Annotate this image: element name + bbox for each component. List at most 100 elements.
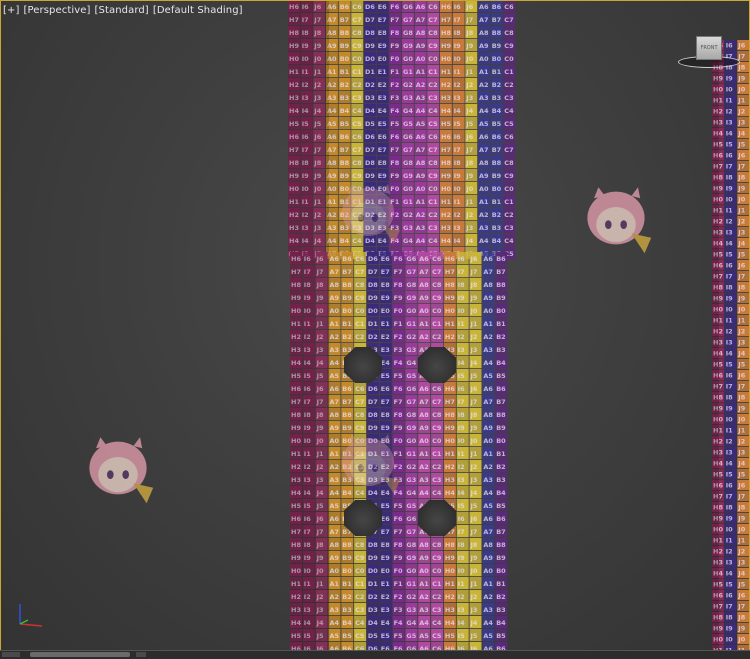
uv-checker-cell-label: B8 bbox=[342, 541, 352, 549]
uv-checker-cell-label: C6 bbox=[432, 385, 442, 393]
uv-checker-cell-label: J3 bbox=[470, 606, 478, 614]
viewport-shading-label[interactable]: [Default Shading] bbox=[153, 5, 243, 16]
uv-checker-cell-label: B3 bbox=[340, 94, 349, 102]
uv-checker-cell-label: J4 bbox=[470, 619, 478, 627]
uv-checker-cell-label: B7 bbox=[496, 398, 505, 406]
uv-checker-cell-label: C6 bbox=[504, 3, 514, 11]
viewport-menu-plus[interactable]: [+] bbox=[3, 5, 19, 16]
uv-checker-cell-label: I7 bbox=[458, 268, 465, 276]
uv-checker-cell-label: I3 bbox=[454, 224, 461, 232]
uv-checker-cell-label: G7 bbox=[406, 528, 416, 536]
main-pillar-upper[interactable]: H6 I6 J6 A6 B6 C6 D6 E6 F6 G6 A6 C6 H6 I6 J6 A6 B6 C6H7 I7… bbox=[288, 0, 516, 260]
uv-checker-cell-label: B7 bbox=[342, 398, 351, 406]
viewcube-front-face[interactable]: FRONT bbox=[696, 36, 722, 60]
uv-checker-cell-label: C5 bbox=[352, 120, 362, 128]
uv-checker-cell-label: A2 bbox=[479, 81, 489, 89]
uv-checker-cell-label: H8 bbox=[441, 159, 451, 167]
uv-checker-cell-label: B4 bbox=[340, 107, 350, 115]
uv-checker-cell-label: E8 bbox=[381, 411, 390, 419]
scene-canvas[interactable]: H6 I6 J6 A6 B6 C6 D6 E6 F6 G6 A6 C6 H6 I6 J6 A6 B6 C6H7 I7… bbox=[0, 0, 750, 658]
uv-checker-cell-label: G3 bbox=[406, 606, 416, 614]
x-axis-line bbox=[19, 623, 43, 627]
right-pillar[interactable]: H6I6J6H7I7J7H8I8J8H9I9J9H0I0J0H1I1J1H2I2… bbox=[712, 40, 750, 656]
uv-checker-cell-label: D2 bbox=[368, 333, 378, 341]
uv-checker-cell-label: C2 bbox=[432, 333, 441, 341]
uv-checker-cell-label: G1 bbox=[403, 198, 413, 206]
perspective-viewport[interactable]: H6 I6 J6 A6 B6 C6 D6 E6 F6 G6 A6 C6 H6 I6 J6 A6 B6 C6 H7 I7… bbox=[0, 0, 750, 658]
uv-checker-cell-label: C7 bbox=[428, 16, 437, 24]
uv-checker-cell-label: I3 bbox=[454, 94, 461, 102]
uv-checker-cell-label: C4 bbox=[428, 237, 438, 245]
uv-checker-cell-label: I9 bbox=[726, 625, 733, 633]
viewport-point-of-view-label[interactable]: [Perspective] bbox=[23, 5, 90, 16]
uv-checker-cell-label: B2 bbox=[492, 81, 501, 89]
uv-checker-cell-label: A3 bbox=[419, 606, 429, 614]
uv-checker-cell-label: I9 bbox=[726, 515, 733, 523]
uv-checker-cell-label: A8 bbox=[416, 29, 426, 37]
uv-checker-cell-label: F1 bbox=[390, 68, 399, 76]
uv-checker-cell-label: D0 bbox=[368, 567, 378, 575]
uv-checker-cell-label: J6 bbox=[465, 3, 473, 11]
chibi-part bbox=[596, 207, 636, 243]
uv-checker-cell-label: B8 bbox=[496, 281, 506, 289]
uv-checker-cell-label: C2 bbox=[428, 211, 437, 219]
uv-checker-cell-label: J8 bbox=[737, 614, 745, 622]
uv-checker-cell-label: I3 bbox=[726, 229, 733, 237]
uv-checker-cell-label: B5 bbox=[496, 502, 506, 510]
uv-checker-cell-label: C8 bbox=[352, 159, 362, 167]
uv-checker-cell-label: A9 bbox=[416, 172, 426, 180]
uv-checker-cell-label: B2 bbox=[496, 333, 505, 341]
uv-checker-cell-label: G1 bbox=[406, 320, 416, 328]
uv-checker-cell-label: A7 bbox=[479, 146, 489, 154]
uv-checker-cell-label: E3 bbox=[381, 346, 390, 354]
uv-checker-cell-label: E4 bbox=[381, 489, 390, 497]
time-slider-prev-button[interactable] bbox=[2, 652, 20, 657]
pillar-shadow bbox=[290, 252, 330, 650]
uv-checker-cell-label: C7 bbox=[428, 146, 437, 154]
uv-checker-cell-label: H1 bbox=[441, 68, 451, 76]
uv-checker-cell-label: I2 bbox=[726, 328, 733, 336]
uv-checker-cell-label: J3 bbox=[465, 224, 473, 232]
time-slider-handle[interactable] bbox=[30, 652, 130, 657]
chibi-part bbox=[631, 233, 652, 254]
uv-checker-cell-label: D6 bbox=[365, 3, 375, 11]
uv-checker-cell-label: C1 bbox=[428, 68, 438, 76]
uv-checker-cell-label: J2 bbox=[470, 463, 478, 471]
uv-checker-cell-label: B2 bbox=[342, 593, 351, 601]
uv-checker-cell-label: H8 bbox=[445, 281, 455, 289]
uv-checker-cell-label: C1 bbox=[504, 68, 514, 76]
uv-checker-cell-label: I4 bbox=[726, 460, 733, 468]
main-pillar-lower[interactable]: H6 I6 J6 A6 B6 C6 D6 E6 F6 G6 A6 C6 H6 I6 J6 A6 B6H7 I7 J7… bbox=[290, 252, 508, 655]
uv-checker-cell-label: F0 bbox=[394, 437, 403, 445]
uv-checker-cell-label: J1 bbox=[465, 68, 473, 76]
uv-checker-cell-label: A1 bbox=[483, 450, 493, 458]
uv-checker-cell-label: C2 bbox=[504, 211, 513, 219]
uv-checker-cell-label: B9 bbox=[340, 172, 350, 180]
uv-checker-cell-label: C3 bbox=[432, 476, 441, 484]
uv-checker-cell-label: C9 bbox=[352, 42, 362, 50]
uv-checker-cell-label: A1 bbox=[479, 198, 489, 206]
uv-checker-cell-label: B8 bbox=[340, 159, 350, 167]
uv-checker-cell-label: A0 bbox=[330, 307, 340, 315]
uv-checker-cell-label: E4 bbox=[378, 237, 387, 245]
uv-checker-cell-label: D6 bbox=[368, 255, 378, 263]
uv-checker-cell-label: H0 bbox=[445, 567, 455, 575]
time-slider-next-button[interactable] bbox=[136, 652, 146, 657]
uv-checker-cell-label: B3 bbox=[342, 606, 351, 614]
uv-checker-cell-label: B9 bbox=[340, 42, 350, 50]
uv-checker-cell-label: A4 bbox=[419, 619, 429, 627]
viewport-standard-label[interactable]: [Standard] bbox=[95, 5, 149, 16]
uv-checker-cell-label: G0 bbox=[403, 185, 413, 193]
uv-checker-cell-label: H2 bbox=[445, 333, 455, 341]
uv-checker-cell-label: C5 bbox=[504, 120, 514, 128]
viewcube-icon[interactable]: FRONT bbox=[676, 34, 740, 74]
uv-checker-cell-label: G8 bbox=[406, 281, 416, 289]
uv-checker-cell-label: G4 bbox=[406, 619, 416, 627]
uv-checker-cell-label: F1 bbox=[394, 580, 403, 588]
uv-checker-cell-label: J0 bbox=[737, 196, 745, 204]
uv-checker-cell-label: C2 bbox=[504, 81, 513, 89]
uv-checker-cell-label: A1 bbox=[330, 320, 340, 328]
uv-checker-cell-label: B4 bbox=[492, 107, 502, 115]
uv-checker-cell-label: I2 bbox=[726, 218, 733, 226]
uv-checker-cell-label: I4 bbox=[726, 570, 733, 578]
